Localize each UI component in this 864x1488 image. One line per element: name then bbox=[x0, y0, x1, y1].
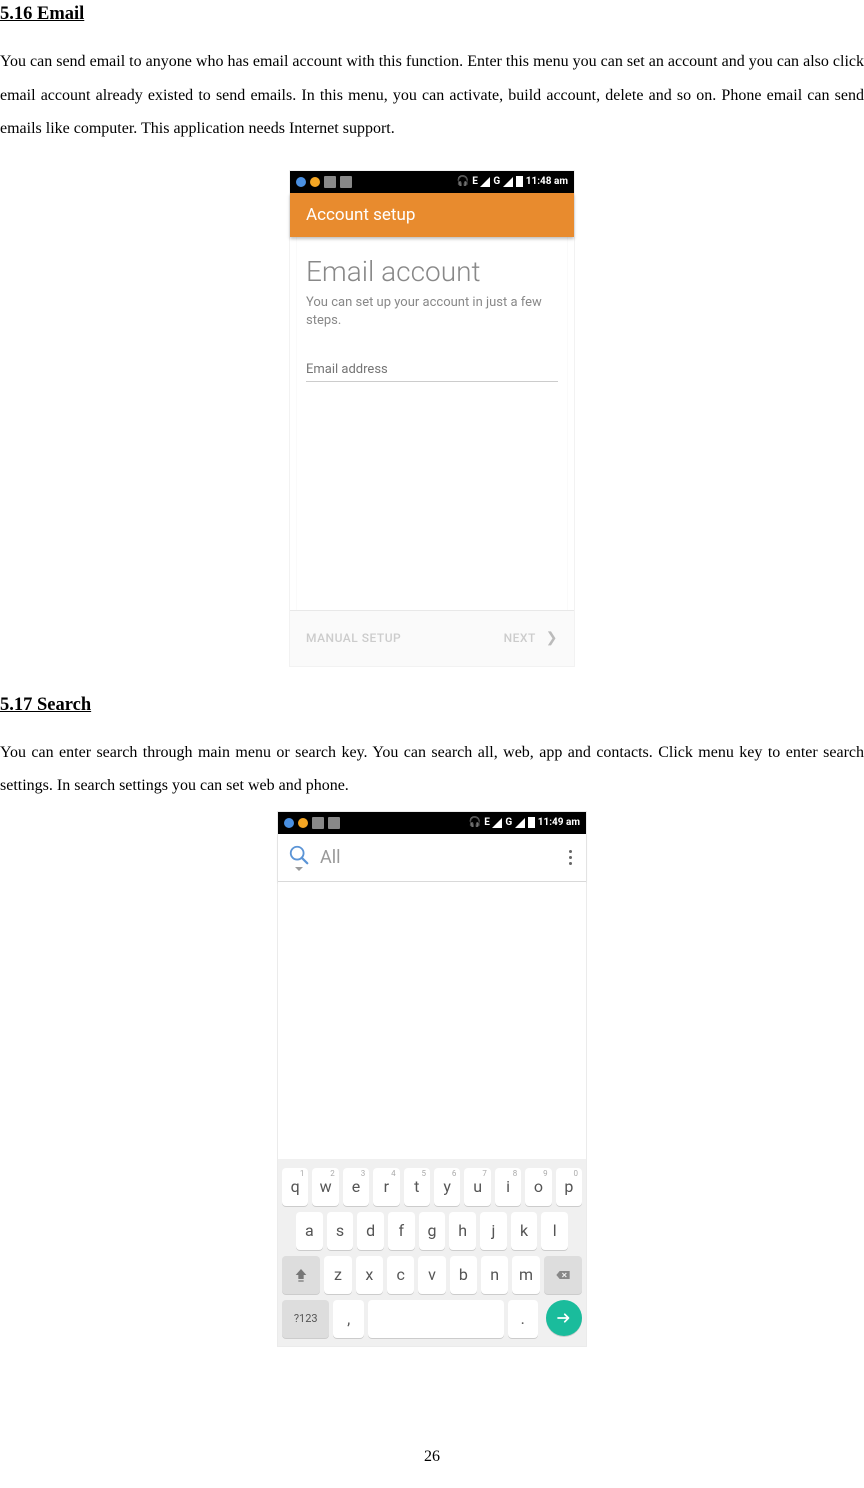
key-l[interactable]: l bbox=[541, 1212, 568, 1250]
network-label: E bbox=[472, 176, 477, 187]
section-body-email: You can send email to anyone who has ema… bbox=[0, 45, 864, 146]
status-notif-icon bbox=[296, 177, 306, 187]
soft-keyboard: 1q2w3e4r5t6y7u8i9o0p asdfghjkl zxcvbnm ?… bbox=[278, 1159, 586, 1346]
key-m[interactable]: m bbox=[512, 1256, 539, 1294]
key-o[interactable]: 9o bbox=[525, 1168, 551, 1206]
period-key[interactable]: . bbox=[508, 1300, 539, 1338]
dot-icon bbox=[569, 856, 572, 859]
key-f[interactable]: f bbox=[388, 1212, 415, 1250]
key-u[interactable]: 7u bbox=[464, 1168, 490, 1206]
status-bar: 🎧 E G 11:48 am bbox=[290, 171, 574, 193]
email-account-subtitle: You can set up your account in just a fe… bbox=[306, 294, 558, 330]
dropdown-icon bbox=[295, 867, 303, 871]
key-k[interactable]: k bbox=[511, 1212, 538, 1250]
key-t[interactable]: 5t bbox=[404, 1168, 430, 1206]
keyboard-row: zxcvbnm bbox=[278, 1253, 586, 1297]
shift-icon bbox=[293, 1267, 309, 1283]
status-notif-icon bbox=[284, 818, 294, 828]
symbols-key[interactable]: ?123 bbox=[282, 1300, 329, 1338]
arrow-right-icon bbox=[555, 1309, 573, 1327]
key-s[interactable]: s bbox=[327, 1212, 354, 1250]
status-bar: 🎧 E G 11:49 am bbox=[278, 812, 586, 834]
manual-setup-button[interactable]: MANUAL SETUP bbox=[306, 631, 401, 645]
status-time: 11:49 am bbox=[538, 817, 580, 828]
backspace-icon bbox=[555, 1267, 571, 1283]
email-account-heading: Email account bbox=[306, 255, 558, 288]
status-battery-icon bbox=[340, 176, 352, 188]
overflow-menu-button[interactable] bbox=[565, 846, 576, 869]
key-d[interactable]: d bbox=[357, 1212, 384, 1250]
go-key[interactable] bbox=[546, 1300, 582, 1336]
battery-icon bbox=[516, 176, 523, 187]
shift-key[interactable] bbox=[282, 1256, 320, 1294]
keyboard-row: ?123 , . bbox=[278, 1297, 586, 1346]
dot-icon bbox=[569, 850, 572, 853]
headphone-icon: 🎧 bbox=[457, 176, 469, 187]
network-label: E bbox=[484, 817, 489, 828]
section-heading-email: 5.16 Email bbox=[0, 4, 864, 25]
key-j[interactable]: j bbox=[480, 1212, 507, 1250]
key-i[interactable]: 8i bbox=[495, 1168, 521, 1206]
key-p[interactable]: 0p bbox=[556, 1168, 582, 1206]
key-a[interactable]: a bbox=[296, 1212, 323, 1250]
status-gallery-icon bbox=[324, 176, 336, 188]
next-button[interactable]: NEXT ❯ bbox=[504, 630, 558, 646]
search-header: All bbox=[278, 834, 586, 882]
search-input[interactable]: All bbox=[320, 847, 555, 868]
key-c[interactable]: c bbox=[387, 1256, 414, 1294]
key-z[interactable]: z bbox=[324, 1256, 351, 1294]
key-y[interactable]: 6y bbox=[434, 1168, 460, 1206]
headphone-icon: 🎧 bbox=[469, 817, 481, 828]
status-gallery-icon bbox=[312, 817, 324, 829]
battery-icon bbox=[528, 817, 535, 828]
app-bar-title: Account setup bbox=[306, 205, 415, 225]
keyboard-row: 1q2w3e4r5t6y7u8i9o0p bbox=[278, 1165, 586, 1209]
search-results-area bbox=[278, 882, 586, 1159]
search-filter-dropdown[interactable] bbox=[288, 844, 310, 871]
network-label: G bbox=[493, 176, 499, 187]
key-w[interactable]: 2w bbox=[312, 1168, 338, 1206]
status-time: 11:48 am bbox=[526, 176, 568, 187]
screenshot-search: 🎧 E G 11:49 am All bbox=[277, 811, 587, 1347]
chevron-right-icon: ❯ bbox=[546, 630, 558, 646]
signal-icon bbox=[492, 818, 502, 828]
signal-icon bbox=[503, 177, 513, 187]
status-battery-icon bbox=[328, 817, 340, 829]
backspace-key[interactable] bbox=[544, 1256, 582, 1294]
screenshot-email-setup: 🎧 E G 11:48 am Account setup Email accou… bbox=[289, 170, 575, 667]
page-number: 26 bbox=[0, 1448, 864, 1466]
section-body-search: You can enter search through main menu o… bbox=[0, 736, 864, 803]
key-h[interactable]: h bbox=[449, 1212, 476, 1250]
key-e[interactable]: 3e bbox=[343, 1168, 369, 1206]
signal-icon bbox=[480, 177, 490, 187]
signal-icon bbox=[515, 818, 525, 828]
key-v[interactable]: v bbox=[418, 1256, 445, 1294]
magnifier-icon bbox=[288, 844, 310, 866]
email-address-input[interactable] bbox=[306, 358, 558, 382]
dot-icon bbox=[569, 862, 572, 865]
key-x[interactable]: x bbox=[356, 1256, 383, 1294]
key-b[interactable]: b bbox=[450, 1256, 477, 1294]
next-label: NEXT bbox=[504, 631, 536, 645]
key-q[interactable]: 1q bbox=[282, 1168, 308, 1206]
network-label: G bbox=[505, 817, 511, 828]
app-bar: Account setup bbox=[290, 193, 574, 237]
space-key[interactable] bbox=[368, 1300, 504, 1338]
comma-key[interactable]: , bbox=[333, 1300, 364, 1338]
key-r[interactable]: 4r bbox=[373, 1168, 399, 1206]
status-notif-icon bbox=[298, 818, 308, 828]
section-heading-search: 5.17 Search bbox=[0, 695, 864, 716]
key-n[interactable]: n bbox=[481, 1256, 508, 1294]
status-notif-icon bbox=[310, 177, 320, 187]
key-g[interactable]: g bbox=[419, 1212, 446, 1250]
keyboard-row: asdfghjkl bbox=[278, 1209, 586, 1253]
